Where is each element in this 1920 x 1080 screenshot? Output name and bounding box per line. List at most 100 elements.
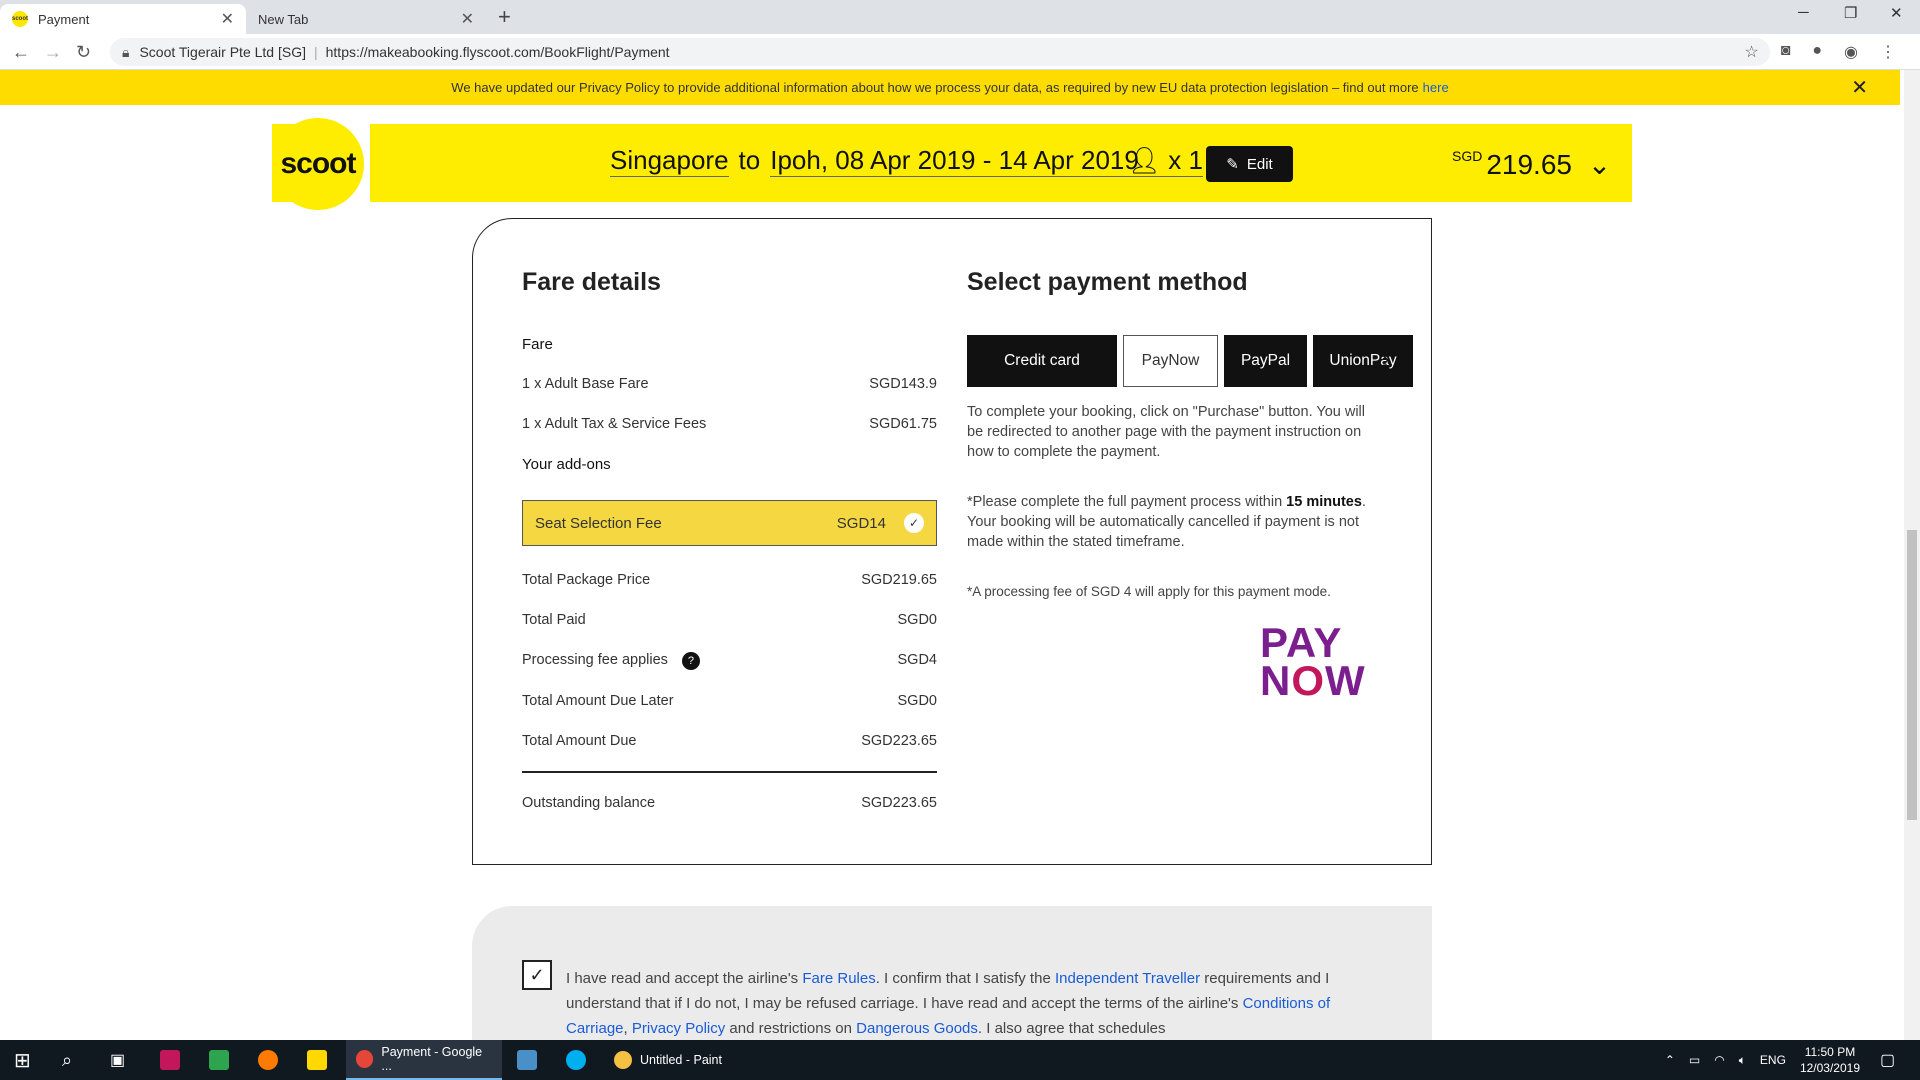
fare-row-value: SGD143.9 bbox=[869, 376, 937, 392]
app-icon[interactable] bbox=[209, 1050, 229, 1070]
tab-payment[interactable]: scoot Payment ✕ bbox=[0, 4, 246, 34]
total-label: Total Paid bbox=[522, 612, 586, 628]
scrollbar-thumb[interactable] bbox=[1907, 530, 1917, 820]
page-scrollbar[interactable] bbox=[1904, 70, 1920, 1040]
paynow-w: W bbox=[1325, 657, 1366, 704]
search-icon[interactable]: ⌕ bbox=[62, 1040, 72, 1080]
terms-segment: and restrictions on bbox=[729, 1020, 852, 1037]
firefox-icon[interactable] bbox=[258, 1050, 278, 1070]
total-value: SGD0 bbox=[897, 612, 938, 628]
dangerous-goods-link[interactable]: Dangerous Goods bbox=[856, 1020, 978, 1037]
passenger-count[interactable]: 👤︎ x 1 bbox=[1128, 145, 1203, 177]
camera-icon[interactable]: ◙ bbox=[1781, 42, 1791, 62]
total-row: Total Package Price SGD219.65 bbox=[522, 572, 937, 588]
edit-button[interactable]: ✎ Edit bbox=[1206, 146, 1293, 182]
total-price[interactable]: SGD 219.65 ⌄ bbox=[1452, 148, 1611, 181]
paynow-check-o: O bbox=[1291, 657, 1326, 704]
task-view-icon[interactable]: ▣ bbox=[110, 1040, 125, 1080]
tab-credit-card[interactable]: Credit card bbox=[967, 335, 1117, 387]
total-label: Processing fee applies? bbox=[522, 652, 700, 670]
addon-label: Seat Selection Fee bbox=[535, 514, 662, 532]
system-tray: ⌃ ▭ ◠ 🔈︎ ENG 11:50 PM 12/03/2019 bbox=[1665, 1040, 1860, 1080]
minimize-icon[interactable]: ─ bbox=[1798, 4, 1809, 21]
paynow-n: N bbox=[1260, 657, 1292, 704]
chevron-up-icon[interactable]: ⌃ bbox=[1665, 1053, 1675, 1067]
site-org: Scoot Tigerair Pte Ltd [SG] bbox=[139, 44, 306, 60]
extension-icon[interactable]: ● bbox=[1812, 42, 1822, 62]
close-tab-icon[interactable]: ✕ bbox=[461, 9, 474, 29]
star-icon[interactable]: ☆ bbox=[1744, 42, 1758, 62]
back-icon[interactable]: ← bbox=[12, 42, 30, 63]
chevron-right-icon[interactable]: › bbox=[1382, 346, 1389, 372]
outstanding-label: Outstanding balance bbox=[522, 795, 656, 811]
fare-row: 1 x Adult Base Fare SGD143.9 bbox=[522, 376, 937, 392]
terms-segment: I have read and accept the airline's bbox=[566, 970, 799, 987]
fare-section-label: Fare bbox=[522, 336, 553, 353]
paint-icon bbox=[614, 1051, 632, 1069]
notifications-icon[interactable]: ▢ bbox=[1880, 1040, 1895, 1080]
taskbar-window-chrome[interactable]: Payment - Google ... bbox=[346, 1040, 502, 1080]
outstanding-row: Outstanding balance SGD223.65 bbox=[522, 795, 937, 811]
close-tab-icon[interactable]: ✕ bbox=[221, 9, 234, 29]
tab-unionpay[interactable]: UnionPay bbox=[1313, 335, 1413, 387]
total-row: Total Paid SGD0 bbox=[522, 612, 937, 628]
paynow-logo-bottom: NOW bbox=[1260, 660, 1366, 702]
app-icon[interactable] bbox=[160, 1050, 180, 1070]
price-value: 219.65 bbox=[1486, 149, 1572, 180]
close-banner-icon[interactable]: ✕ bbox=[1851, 75, 1868, 100]
close-window-icon[interactable]: ✕ bbox=[1890, 4, 1903, 22]
menu-icon[interactable]: ⋮ bbox=[1880, 42, 1896, 62]
windows-start-icon[interactable]: ⊞ bbox=[14, 1040, 31, 1080]
battery-icon[interactable]: ▭ bbox=[1689, 1053, 1700, 1067]
tab-new-tab[interactable]: New Tab ✕ bbox=[246, 4, 486, 34]
terms-checkbox[interactable]: ✓ bbox=[522, 960, 552, 990]
volume-icon[interactable]: 🔈︎ bbox=[1739, 1053, 1746, 1068]
independent-traveller-link[interactable]: Independent Traveller bbox=[1055, 970, 1200, 987]
profile-avatar-icon[interactable]: ◉ bbox=[1844, 42, 1858, 62]
pencil-icon: ✎ bbox=[1226, 156, 1239, 173]
timing-pre: *Please complete the full payment proces… bbox=[967, 494, 1283, 510]
fare-divider bbox=[522, 771, 937, 773]
pax-count: x 1 bbox=[1168, 145, 1203, 175]
taskbar-window-paint[interactable]: Untitled - Paint bbox=[604, 1040, 756, 1080]
language-indicator[interactable]: ENG bbox=[1760, 1053, 1786, 1067]
edit-label: Edit bbox=[1246, 155, 1273, 173]
chrome-icon bbox=[356, 1050, 374, 1068]
privacy-policy-link[interactable]: Privacy Policy bbox=[632, 1020, 725, 1037]
tab-paypal[interactable]: PayPal bbox=[1224, 335, 1307, 387]
new-tab-button[interactable]: + bbox=[498, 4, 511, 30]
taskbar: ⊞ ⌕ ▣ Payment - Google ... Untitled - Pa… bbox=[0, 1040, 1920, 1080]
fare-row-value: SGD61.75 bbox=[869, 416, 937, 432]
seat-selection-addon[interactable]: Seat Selection Fee SGD14 ✓ bbox=[522, 500, 937, 546]
sticky-notes-icon[interactable] bbox=[307, 1050, 327, 1070]
url-field[interactable]: 🔒︎ Scoot Tigerair Pte Ltd [SG] | https:/… bbox=[110, 38, 1770, 66]
help-icon[interactable]: ? bbox=[681, 652, 700, 670]
clock[interactable]: 11:50 PM 12/03/2019 bbox=[1800, 1044, 1860, 1076]
origin-city[interactable]: Singapore bbox=[610, 145, 729, 177]
destination-dates[interactable]: Ipoh, 08 Apr 2019 - 14 Apr 2019 bbox=[770, 145, 1139, 177]
window-label: Untitled - Paint bbox=[640, 1053, 722, 1067]
reload-icon[interactable]: ↻ bbox=[76, 42, 91, 63]
addons-label: Your add-ons bbox=[522, 456, 611, 473]
total-value: SGD219.65 bbox=[861, 572, 937, 588]
payment-timing-note: *Please complete the full payment proces… bbox=[967, 492, 1377, 552]
tab-paynow[interactable]: PayNow bbox=[1123, 335, 1218, 387]
browser-tab-strip: scoot Payment ✕ New Tab ✕ + ─ ❐ ✕ bbox=[0, 0, 1920, 34]
total-value: SGD0 bbox=[897, 693, 938, 709]
skype-icon[interactable] bbox=[566, 1050, 586, 1070]
chevron-down-icon[interactable]: ⌄ bbox=[1588, 149, 1611, 180]
fare-details-title: Fare details bbox=[522, 268, 661, 296]
restore-icon[interactable]: ❐ bbox=[1844, 4, 1857, 22]
terms-section: ✓ I have read and accept the airline's F… bbox=[472, 906, 1432, 1040]
scoot-logo[interactable]: scoot bbox=[272, 118, 364, 210]
fare-rules-link[interactable]: Fare Rules bbox=[802, 970, 875, 987]
toolbar-icons: ☆ ◙ ● ◉ ⋮ bbox=[1744, 42, 1896, 62]
payment-method-title: Select payment method bbox=[967, 268, 1248, 296]
app-icon[interactable] bbox=[517, 1050, 537, 1070]
forward-icon[interactable]: → bbox=[44, 42, 62, 63]
banner-link[interactable]: here bbox=[1423, 80, 1449, 95]
total-row: Total Amount Due Later SGD0 bbox=[522, 693, 937, 709]
wifi-icon[interactable]: ◠ bbox=[1714, 1053, 1724, 1067]
processing-fee-note: *A processing fee of SGD 4 will apply fo… bbox=[967, 584, 1331, 599]
url-text: https://makeabooking.flyscoot.com/BookFl… bbox=[325, 44, 670, 60]
